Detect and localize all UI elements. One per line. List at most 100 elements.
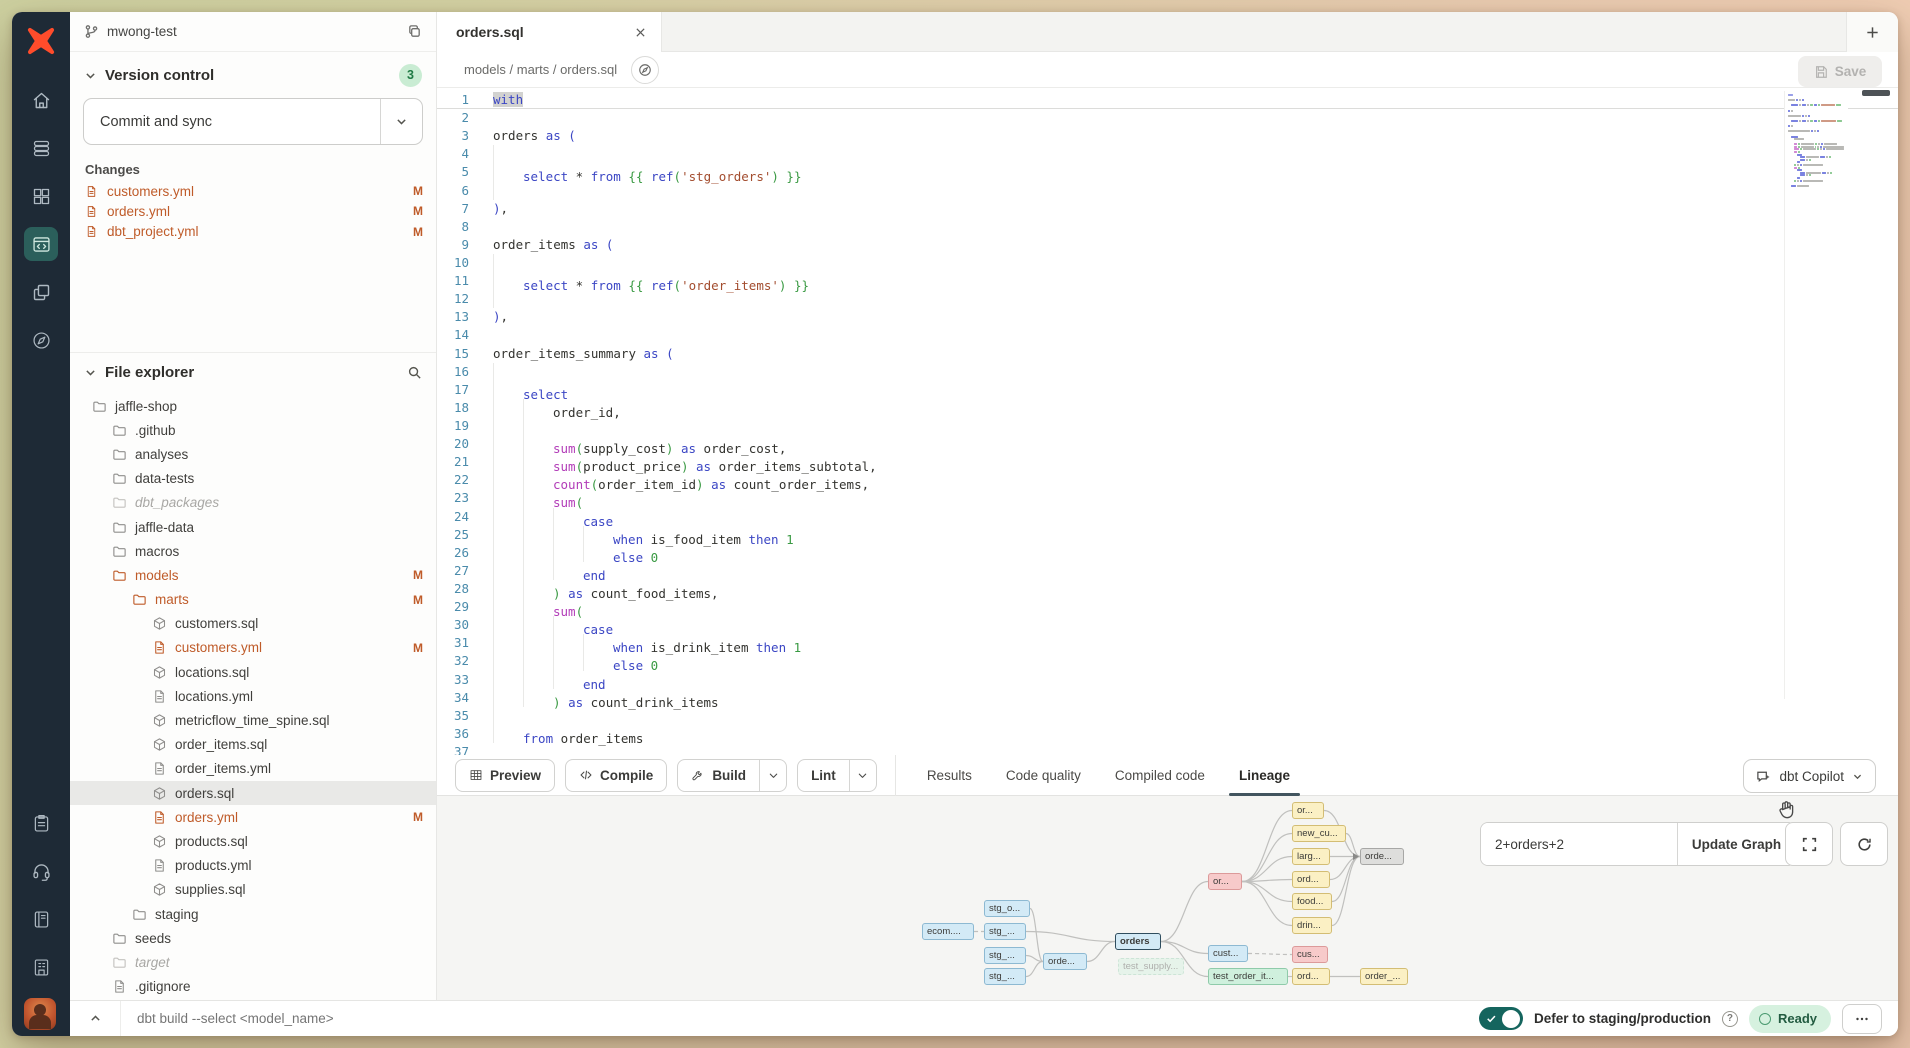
tree-item-orders-yml[interactable]: orders.ymlM [70,805,436,829]
tree-item-locations-yml[interactable]: locations.yml [70,684,436,708]
commit-and-sync-button[interactable]: Commit and sync [83,98,423,145]
changed-file-item[interactable]: orders.ymlM [85,201,423,221]
folder-icon [112,931,127,946]
tree-item-seeds[interactable]: seeds [70,926,436,950]
tree-item-metricflow-time-spine-sql[interactable]: metricflow_time_spine.sql [70,708,436,732]
grid-icon[interactable] [24,179,58,213]
dbt-copilot-button[interactable]: dbt Copilot [1743,759,1876,793]
build-dropdown[interactable] [759,760,786,791]
lineage-node-food[interactable]: food... [1292,893,1332,910]
tree-item-data-tests[interactable]: data-tests [70,467,436,491]
lineage-node-ord_y2[interactable]: ord... [1292,968,1330,985]
headset-icon[interactable] [24,854,58,888]
lineage-node-cus_pink[interactable]: cus... [1292,946,1328,963]
tab-lineage[interactable]: Lineage [1233,768,1296,796]
lineage-node-cust[interactable]: cust... [1208,945,1248,962]
branch-name[interactable]: mwong-test [107,24,177,39]
lineage-node-stg1[interactable]: stg_o... [984,900,1030,917]
lineage-node-order_far[interactable]: order_... [1360,968,1408,985]
tree-item-customers-yml[interactable]: customers.ymlM [70,636,436,660]
tree-item-target[interactable]: target [70,950,436,974]
tab-code-quality[interactable]: Code quality [1000,768,1087,796]
search-icon[interactable] [407,365,422,380]
tree-item-macros[interactable]: macros [70,539,436,563]
lineage-node-stg4[interactable]: stg_... [984,968,1026,985]
close-icon[interactable] [634,26,647,39]
lineage-node-orders[interactable]: orders [1115,933,1161,950]
command-input[interactable] [137,1011,637,1026]
code-editor[interactable]: 1with23orders as (45select * from {{ ref… [437,88,1898,755]
lineage-node-new_cu[interactable]: new_cu... [1292,825,1346,842]
globe-icon[interactable] [24,323,58,357]
refresh-button[interactable] [1840,822,1888,866]
editor-scrollbar[interactable] [1862,90,1890,96]
commit-options-dropdown[interactable] [380,99,422,144]
dbt-logo-icon[interactable] [21,21,61,61]
lineage-node-stg3[interactable]: stg_... [984,947,1026,964]
lineage-node-orde_gray[interactable]: orde... [1360,848,1404,865]
tree-item-orders-sql[interactable]: orders.sql [70,781,436,805]
lineage-node-larg[interactable]: larg... [1292,848,1330,865]
compile-button[interactable]: Compile [565,759,667,792]
lint-button[interactable]: Lint [797,759,877,792]
tree-item-supplies-sql[interactable]: supplies.sql [70,878,436,902]
tab-orders-sql[interactable]: orders.sql [437,12,662,52]
version-control-header[interactable]: Version control 3 [70,61,436,89]
lint-dropdown[interactable] [849,760,876,791]
user-avatar[interactable] [24,998,56,1030]
lineage-node-orde3[interactable]: orde... [1043,953,1087,970]
windows-icon[interactable] [24,275,58,309]
editor-icon[interactable] [24,227,58,261]
tree-item--gitignore[interactable]: .gitignore [70,975,436,999]
duplicate-icon[interactable] [407,24,422,39]
lineage-node-ord_y1[interactable]: ord... [1292,871,1330,888]
tree-item-order-items-yml[interactable]: order_items.yml [70,757,436,781]
clipboard-icon[interactable] [24,806,58,840]
lineage-node-stg2[interactable]: stg_... [984,923,1026,940]
tree-item-dbt-packages[interactable]: dbt_packages [70,491,436,515]
lineage-node-test_order[interactable]: test_order_it... [1208,968,1288,985]
tree-item-analyses[interactable]: analyses [70,442,436,466]
tree-item-products-sql[interactable]: products.sql [70,829,436,853]
lineage-node-or_y[interactable]: or... [1292,802,1324,819]
changed-file-item[interactable]: dbt_project.ymlM [85,222,423,242]
tree-item-jaffle-data[interactable]: jaffle-data [70,515,436,539]
lineage-filter-input[interactable] [1481,823,1677,865]
kiosk-icon[interactable] [24,950,58,984]
fullscreen-button[interactable] [1785,822,1833,866]
tree-item--github[interactable]: .github [70,418,436,442]
new-tab-button[interactable] [1846,12,1898,52]
file-explorer-header[interactable]: File explorer [70,358,436,386]
tab-results[interactable]: Results [921,768,978,796]
open-in-lineage-button[interactable] [631,56,659,84]
expand-command-bar-button[interactable] [70,1012,120,1025]
home-icon[interactable] [24,83,58,117]
tree-item-staging[interactable]: staging [70,902,436,926]
book-icon[interactable] [24,902,58,936]
tree-item-products-yml[interactable]: products.yml [70,854,436,878]
tree-item-marts[interactable]: martsM [70,588,436,612]
tree-item-models[interactable]: modelsM [70,563,436,587]
tree-item-order-items-sql[interactable]: order_items.sql [70,733,436,757]
tree-item-jaffle-shop[interactable]: jaffle-shop [70,394,436,418]
lineage-node-or_pink[interactable]: or... [1208,873,1242,890]
minimap[interactable] [1784,91,1848,699]
changed-file-item[interactable]: customers.ymlM [85,181,423,201]
lineage-node-drin[interactable]: drin... [1292,917,1332,934]
tree-item-customers-sql[interactable]: customers.sql [70,612,436,636]
lineage-node-ecom[interactable]: ecom.... [922,923,974,940]
defer-toggle[interactable] [1479,1007,1523,1030]
build-button[interactable]: Build [677,759,787,792]
rail-bottom-group [24,806,58,1036]
lineage-panel[interactable]: Update Graph ecom.... stg_o... stg_... stg_… [437,796,1898,1000]
update-graph-button[interactable]: Update Graph [1677,823,1795,865]
breadcrumb[interactable]: models / marts / orders.sql [464,62,617,77]
tree-item-locations-sql[interactable]: locations.sql [70,660,436,684]
help-icon[interactable]: ? [1722,1011,1738,1027]
save-button[interactable]: Save [1798,56,1882,87]
tab-compiled-code[interactable]: Compiled code [1109,768,1211,796]
stack-icon[interactable] [24,131,58,165]
more-options-button[interactable] [1842,1004,1882,1034]
lineage-node-test_supply[interactable]: test_supply... [1118,958,1184,975]
preview-button[interactable]: Preview [455,759,555,792]
